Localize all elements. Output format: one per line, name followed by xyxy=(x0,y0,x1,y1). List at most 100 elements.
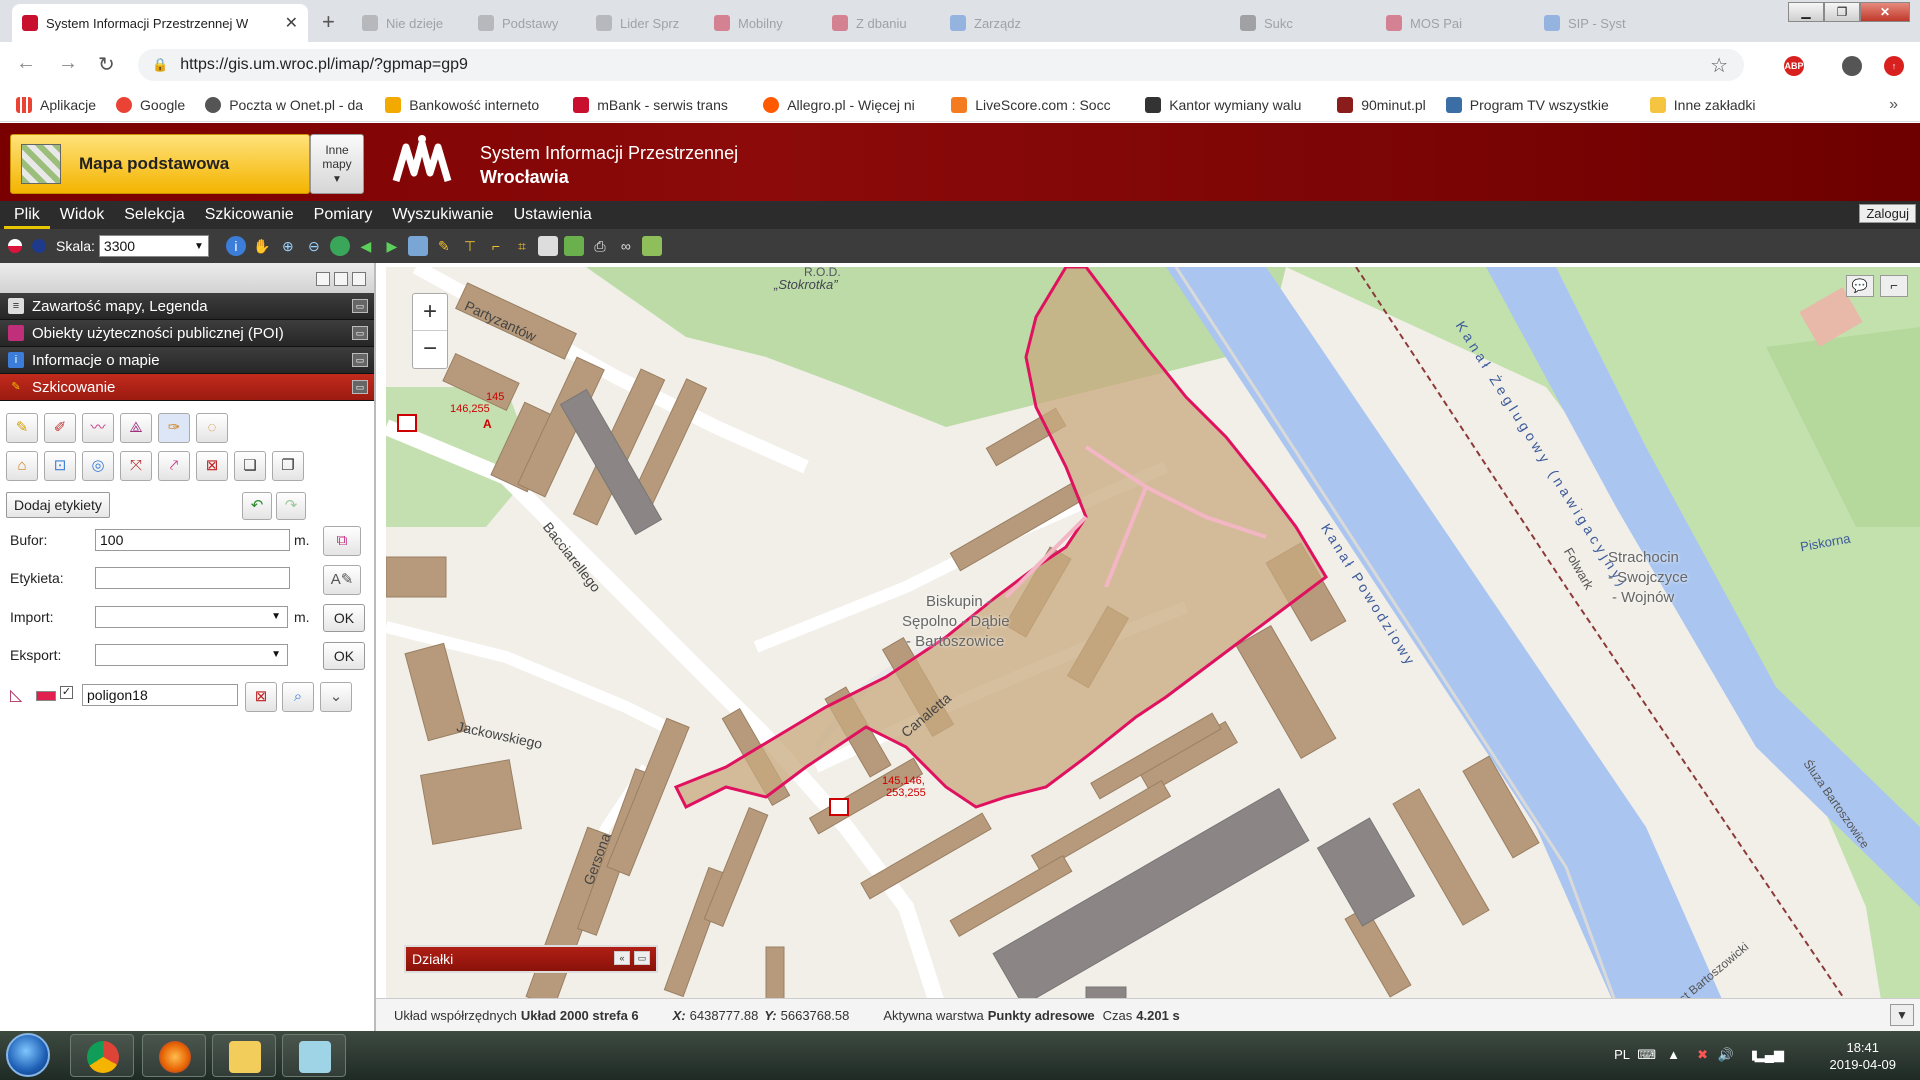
apply-buffer-button[interactable]: ⧉ xyxy=(323,526,361,556)
tab-background[interactable]: SIP - Syst xyxy=(1534,4,1652,42)
measure-line-icon[interactable]: ⊤ xyxy=(460,236,480,256)
tab-background[interactable]: Podstawy xyxy=(468,4,586,42)
map-extent-icon[interactable] xyxy=(407,236,428,256)
export-map-icon[interactable] xyxy=(641,236,662,256)
section-poi[interactable]: Obiekty użyteczności publicznej (POI) ▭ xyxy=(0,320,374,347)
bookmark-onet[interactable]: Poczta w Onet.pl - da xyxy=(205,96,365,113)
tab-close-icon[interactable]: ✕ xyxy=(285,13,298,33)
collapse-icon[interactable]: ▭ xyxy=(352,380,368,394)
tab-sip-wroclaw[interactable]: System Informacji Przestrzennej W ✕ xyxy=(12,4,308,42)
network-error-icon[interactable]: ✖ xyxy=(1697,1047,1708,1063)
menu-ustawienia[interactable]: Ustawienia xyxy=(504,201,602,229)
link-icon[interactable]: ∞ xyxy=(616,236,636,256)
delete-sketch-button[interactable]: ⊠ xyxy=(196,451,228,481)
section-map-contents[interactable]: ≡ Zawartość mapy, Legenda ▭ xyxy=(0,293,374,320)
reload-icon[interactable]: ↻ xyxy=(98,52,115,77)
bookmarks-more-icon[interactable]: » xyxy=(1889,96,1898,114)
draw-polygon-button[interactable]: ⟁ xyxy=(120,413,152,443)
menu-szkicowanie[interactable]: Szkicowanie xyxy=(195,201,304,229)
back-arrow-icon[interactable]: ◀ xyxy=(356,236,376,256)
omnibox[interactable]: 🔒 https://gis.um.wroc.pl/imap/?gpmap=gp9… xyxy=(138,49,1744,81)
tab-background[interactable]: Sukc xyxy=(1230,4,1348,42)
draw-line-button[interactable]: ✐ xyxy=(44,413,76,443)
redo-icon[interactable]: ↷ xyxy=(276,492,306,520)
keyboard-icon[interactable]: ⌨ xyxy=(1637,1047,1656,1063)
bookmark-kantor[interactable]: Kantor wymiany walu xyxy=(1145,96,1317,113)
chevron-down-icon[interactable]: ▼ xyxy=(1890,1004,1914,1026)
tab-background[interactable]: Z dbaniu xyxy=(822,4,940,42)
chart-sketch-button[interactable]: ⤤ xyxy=(158,451,190,481)
zoom-out-button[interactable]: − xyxy=(413,331,447,368)
tab-background[interactable]: Nie dzieje xyxy=(352,4,468,42)
clock[interactable]: 18:41 2019-04-09 xyxy=(1830,1039,1897,1073)
paste-sketch-button[interactable]: ❐ xyxy=(272,451,304,481)
draw-point-button[interactable]: ✎ xyxy=(6,413,38,443)
menu-plik[interactable]: Plik xyxy=(4,201,50,229)
tab-background[interactable]: MOS Pai xyxy=(1376,4,1494,42)
menu-widok[interactable]: Widok xyxy=(50,201,114,229)
apply-label-button[interactable]: A✎ xyxy=(323,565,361,595)
pencil-icon[interactable]: ✎ xyxy=(434,236,454,256)
import-ok-button[interactable]: OK xyxy=(323,604,365,632)
comment-icon[interactable]: 💬 xyxy=(1846,275,1874,297)
edit-vertex-button[interactable]: ⌂ xyxy=(6,451,38,481)
english-flag-icon[interactable] xyxy=(32,239,46,253)
tab-background[interactable]: Zarządz xyxy=(940,4,1058,42)
map-view[interactable]: R.O.D. „Stokrotka” Partyzantów Bacciarel… xyxy=(386,267,1920,1031)
print-icon[interactable]: ⎙ xyxy=(590,236,610,256)
import-select[interactable]: ▼ xyxy=(95,606,288,628)
bookmark-google[interactable]: Google xyxy=(116,96,185,113)
bookmark-allegro[interactable]: Allegro.pl - Więcej ni xyxy=(763,96,931,113)
other-maps-button[interactable]: Inne mapy ▼ xyxy=(310,134,364,194)
dzialki-panel[interactable]: Działki « ▭ xyxy=(404,945,658,973)
section-sketching[interactable]: ✎ Szkicowanie ▭ xyxy=(0,374,374,401)
new-tab-button[interactable]: + xyxy=(322,9,335,35)
back-arrow-icon[interactable]: ← xyxy=(16,52,36,75)
base-map-button[interactable]: Mapa podstawowa xyxy=(10,134,310,194)
copy-sketch-button[interactable]: ❏ xyxy=(234,451,266,481)
crop-icon[interactable]: ⌗ xyxy=(512,236,532,256)
zoom-in-button[interactable]: + xyxy=(413,294,447,331)
tray-expand-icon[interactable]: ▲ xyxy=(1667,1047,1680,1062)
tab-background[interactable]: Lider Sprz xyxy=(586,4,704,42)
tab-background[interactable]: Mobilny xyxy=(704,4,822,42)
map-canvas[interactable] xyxy=(386,267,1920,1031)
forward-arrow-icon[interactable]: → xyxy=(58,52,78,75)
scale-select[interactable]: 3300 ▼ xyxy=(98,235,209,257)
delete-polygon-button[interactable]: ⊠ xyxy=(245,682,277,712)
profile-avatar-icon[interactable] xyxy=(1842,56,1862,76)
wfs-icon[interactable] xyxy=(563,236,584,256)
bookmark-inne[interactable]: Inne zakładki xyxy=(1649,96,1756,113)
collapse-icon[interactable]: ▭ xyxy=(352,326,368,340)
close-window-button[interactable]: ✕ xyxy=(1860,2,1910,22)
target-sketch-button[interactable]: ◎ xyxy=(82,451,114,481)
panel-maximize-icon[interactable]: ▭ xyxy=(634,951,650,965)
label-input[interactable] xyxy=(95,567,290,589)
globe-icon[interactable] xyxy=(329,236,350,256)
buffer-input[interactable]: 100 xyxy=(95,529,290,551)
collapse-left-icon[interactable]: « xyxy=(614,951,630,965)
export-select[interactable]: ▼ xyxy=(95,644,288,666)
polygon-visible-checkbox[interactable]: ✓ xyxy=(60,686,73,699)
bookmark-livescore[interactable]: LiveScore.com : Socc xyxy=(951,96,1125,113)
move-sketch-button[interactable]: ⤧ xyxy=(120,451,152,481)
draw-freehand-button[interactable]: 〰 xyxy=(82,413,114,443)
undo-icon[interactable]: ↶ xyxy=(242,492,272,520)
panel-minimize-icon[interactable] xyxy=(316,272,330,286)
menu-selekcja[interactable]: Selekcja xyxy=(114,201,194,229)
bookmark-90minut[interactable]: 90minut.pl xyxy=(1337,96,1426,113)
volume-icon[interactable]: 🔊 xyxy=(1718,1047,1734,1063)
taskbar-notepad[interactable] xyxy=(282,1034,346,1077)
language-indicator[interactable]: PL xyxy=(1614,1047,1630,1062)
adblock-icon[interactable]: ABP xyxy=(1784,56,1804,76)
section-map-info[interactable]: i Informacje o mapie ▭ xyxy=(0,347,374,374)
start-button[interactable] xyxy=(6,1033,50,1077)
panel-restore-icon[interactable] xyxy=(334,272,348,286)
login-button[interactable]: Zaloguj xyxy=(1859,204,1916,223)
polygon-name-input[interactable]: poligon18 xyxy=(82,684,238,706)
zoom-in-icon[interactable]: ⊕ xyxy=(278,236,298,256)
select-sketch-button[interactable]: ⊡ xyxy=(44,451,76,481)
pan-hand-icon[interactable]: ✋ xyxy=(252,236,272,256)
collapse-icon[interactable]: ▭ xyxy=(352,353,368,367)
minimize-window-button[interactable]: ▁ xyxy=(1788,2,1824,22)
